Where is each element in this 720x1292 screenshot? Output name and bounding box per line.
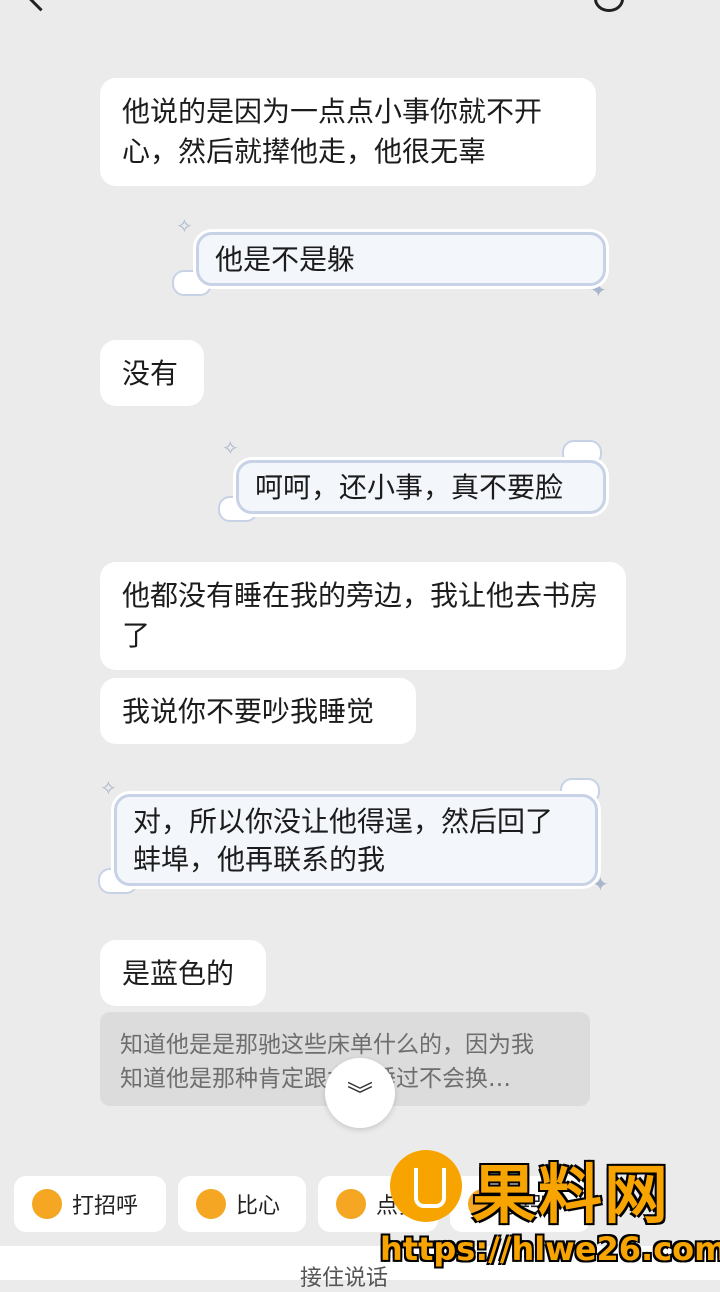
message-bubble-incoming: 我说你不要吵我睡觉	[100, 678, 416, 744]
chevron-double-down-icon: ︾	[346, 1080, 373, 1111]
quick-reply-heart[interactable]: 比心	[178, 1176, 306, 1232]
sparkle-icon: ✧	[100, 776, 117, 800]
message-bubble-incoming: 他说的是因为一点点小事你就不开心，然后就撵他走，他很无辜	[100, 78, 596, 186]
back-arrow-icon[interactable]	[25, 0, 56, 12]
top-bar	[0, 0, 720, 24]
input-placeholder: 接住说话	[300, 1266, 389, 1291]
message-text: 呵呵，还小事，真不要脸	[255, 471, 564, 504]
sparkle-icon: ✧	[222, 436, 239, 460]
quick-reply-greet[interactable]: 打招呼	[14, 1176, 166, 1232]
message-text: 他都没有睡在我的旁边，我让他去书房了	[122, 579, 599, 652]
message-text: 没有	[122, 357, 179, 390]
message-text: 他说的是因为一点点小事你就不开心，然后就撵他走，他很无辜	[122, 95, 543, 168]
message-bubble-incoming: 没有	[100, 340, 204, 406]
message-bubble-incoming: 是蓝色的	[100, 940, 266, 1006]
message-text: 我说你不要吵我睡觉	[122, 695, 375, 728]
message-text: 他是不是躲	[215, 243, 356, 276]
wave-emoji-icon	[32, 1189, 62, 1219]
message-bubble-outgoing: 呵呵，还小事，真不要脸	[236, 460, 606, 514]
watermark-logo-icon	[390, 1150, 462, 1222]
scroll-to-bottom-button[interactable]: ︾	[325, 1058, 395, 1128]
more-icon[interactable]	[594, 0, 624, 12]
heart-hands-emoji-icon	[196, 1189, 226, 1219]
watermark-title: 果料网	[472, 1159, 670, 1233]
reply-preview-line: 知道他是是那驰这些床单什么的，因为我	[120, 1032, 534, 1058]
sparkle-icon: ✧	[176, 214, 193, 238]
thumbs-up-emoji-icon	[336, 1189, 366, 1219]
message-bubble-outgoing: 他是不是躲	[196, 232, 606, 286]
message-bubble-outgoing: 对，所以你没让他得逞，然后回了蚌埠，他再联系的我	[114, 794, 598, 886]
message-text: 是蓝色的	[122, 957, 235, 990]
message-bubble-incoming: 他都没有睡在我的旁边，我让他去书房了	[100, 562, 626, 670]
message-text: 对，所以你没让他得逞，然后回了蚌埠，他再联系的我	[133, 805, 554, 876]
quick-reply-label: 比心	[236, 1194, 281, 1219]
quick-reply-label: 打招呼	[72, 1194, 139, 1219]
watermark: 果料网 https://hlwe26.com	[380, 1150, 720, 1280]
watermark-url: https://hlwe26.com	[380, 1230, 720, 1268]
